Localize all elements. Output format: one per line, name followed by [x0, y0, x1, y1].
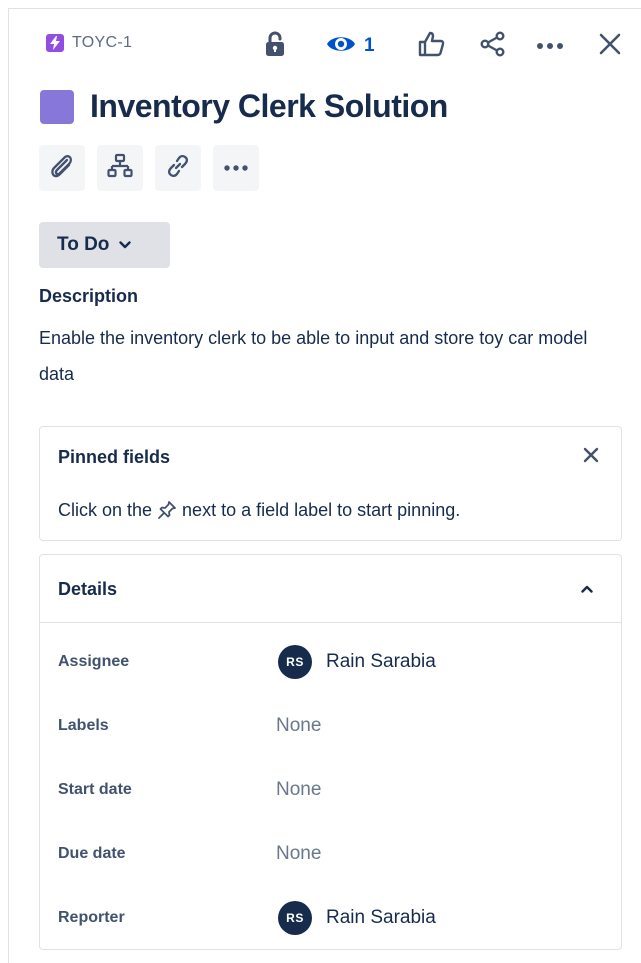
panel-left-border	[8, 8, 9, 963]
assignee-label: Assignee	[58, 653, 130, 670]
pinned-hint-prefix: Click on the	[58, 499, 153, 520]
panel-top-border	[8, 8, 641, 9]
labels-label: Labels	[58, 717, 109, 734]
more-icon	[536, 37, 564, 55]
attach-button[interactable]	[39, 145, 85, 191]
avatar: RS	[278, 645, 312, 679]
issue-title[interactable]: Inventory Clerk Solution	[90, 88, 448, 125]
pinned-hint-suffix: next to a field label to start pinning.	[182, 499, 461, 520]
issue-key-link[interactable]: TOYC-1	[46, 34, 132, 52]
lock-icon	[264, 31, 286, 62]
add-child-issue-button[interactable]	[97, 145, 143, 191]
description-text[interactable]: Enable the inventory clerk to be able to…	[39, 320, 609, 392]
field-row-labels: Labels None	[40, 707, 621, 747]
reporter-name: Rain Sarabia	[326, 907, 436, 928]
pinned-hint: Click on the next to a field label to st…	[58, 499, 460, 521]
thumbs-up-icon	[417, 31, 445, 62]
link-issue-button[interactable]	[155, 145, 201, 191]
details-collapse-button[interactable]	[577, 579, 597, 599]
field-row-reporter: Reporter RS Rain Sarabia	[40, 899, 621, 939]
field-row-due-date: Due date None	[40, 835, 621, 875]
child-issue-icon	[107, 153, 133, 184]
field-row-start-date: Start date None	[40, 771, 621, 811]
close-button[interactable]	[594, 28, 626, 64]
start-date-value[interactable]: None	[276, 779, 321, 801]
quick-actions-bar	[39, 145, 259, 191]
eye-icon	[326, 33, 356, 60]
issue-title-row: Inventory Clerk Solution	[40, 88, 448, 125]
avatar: RS	[278, 901, 312, 935]
close-icon	[583, 447, 599, 468]
details-title: Details	[58, 579, 118, 599]
details-panel: Details Assignee RS Rain Sarabia Labels …	[39, 554, 622, 950]
epic-color-swatch	[40, 89, 74, 124]
labels-value[interactable]: None	[276, 715, 321, 737]
lightning-icon	[46, 34, 64, 52]
pin-icon	[156, 499, 178, 521]
pinned-fields-panel: Pinned fields Click on the next to a fie…	[39, 426, 622, 541]
description-heading: Description	[39, 286, 139, 306]
assignee-value[interactable]: RS Rain Sarabia	[278, 645, 436, 679]
chevron-down-icon	[119, 236, 132, 254]
due-date-label: Due date	[58, 845, 126, 862]
status-label: To Do	[57, 234, 110, 255]
status-dropdown[interactable]: To Do	[39, 222, 170, 268]
more-icon	[223, 159, 249, 177]
issue-key-label: TOYC-1	[72, 34, 133, 51]
quick-more-button[interactable]	[213, 145, 259, 191]
assignee-name: Rain Sarabia	[326, 651, 436, 672]
issue-header: TOYC-1 1	[40, 28, 630, 66]
pinned-close-button[interactable]	[581, 447, 601, 467]
chevron-up-icon	[581, 580, 593, 598]
attach-icon	[49, 152, 75, 185]
reporter-label: Reporter	[58, 909, 125, 926]
more-actions-button[interactable]	[534, 28, 566, 64]
details-header[interactable]: Details	[40, 555, 621, 623]
watch-button[interactable]: 1	[326, 28, 382, 64]
due-date-value[interactable]: None	[276, 843, 321, 865]
lock-button[interactable]	[260, 28, 290, 64]
close-icon	[599, 33, 621, 60]
link-icon	[165, 153, 191, 184]
start-date-label: Start date	[58, 781, 132, 798]
vote-button[interactable]	[414, 28, 448, 64]
field-row-assignee: Assignee RS Rain Sarabia	[40, 643, 621, 683]
watch-count: 1	[364, 35, 375, 56]
share-icon	[479, 31, 507, 62]
reporter-value[interactable]: RS Rain Sarabia	[278, 901, 436, 935]
share-button[interactable]	[476, 28, 510, 64]
pinned-fields-title: Pinned fields	[58, 447, 171, 467]
